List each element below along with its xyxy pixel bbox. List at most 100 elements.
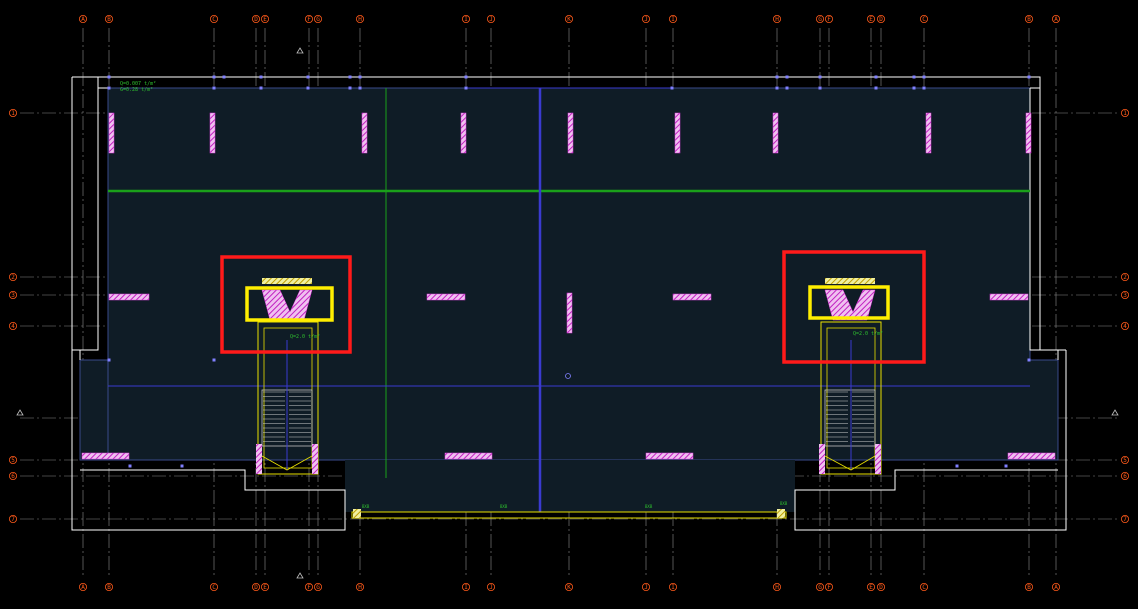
grid-node (348, 75, 352, 79)
row-axis-label: 4 (11, 323, 15, 330)
column-axis-label: D (254, 584, 258, 591)
circle-axis-bubble-icon: D (251, 583, 260, 591)
circle-axis-bubble-icon: I (669, 14, 678, 23)
circle-axis-bubble-icon: B (105, 14, 114, 23)
grid-node (306, 75, 310, 79)
grid-node (107, 86, 111, 90)
column-axis-label: G (818, 584, 822, 591)
grid-node (212, 358, 216, 362)
column-axis-label: C (922, 16, 926, 23)
circle-axis-bubble-icon: C (920, 14, 929, 23)
circle-axis-bubble-icon: F (825, 14, 834, 23)
grid-node (259, 75, 263, 79)
column-axis-label: B (1027, 584, 1031, 591)
circle-axis-bubble-icon: 2 (8, 272, 17, 281)
grid-node (306, 86, 310, 90)
circle-axis-bubble-icon: E (867, 583, 876, 591)
circle-axis-bubble-icon: 4 (8, 321, 17, 330)
column-axis-label: I (671, 16, 675, 23)
column-axis-label: J (489, 584, 493, 591)
circle-axis-bubble-icon: J (642, 14, 651, 23)
circle-axis-bubble-icon: 7 (1121, 515, 1130, 523)
column-axis-label: D (879, 584, 883, 591)
left-stair-load-note: Q=2.0 t/m² (290, 334, 320, 340)
shear-wall (989, 293, 1029, 301)
circle-axis-bubble-icon: B (1025, 583, 1034, 591)
grid-node (107, 75, 111, 79)
shear-wall (1007, 452, 1056, 460)
column-axis-label: E (869, 16, 873, 23)
row-axis-label: 3 (11, 292, 15, 299)
cad-drawing-canvas[interactable]: Q=0.007 t/m² G=0.28 t/m² Q=2.0 t/m² Q=2.… (0, 0, 1138, 605)
column-axis-label: B (107, 584, 111, 591)
grid-node (785, 86, 789, 90)
shear-wall (672, 293, 712, 301)
circle-axis-bubble-icon: F (825, 583, 834, 591)
grid-node (922, 75, 926, 79)
column-axis-label: I (464, 584, 468, 591)
circle-axis-bubble-icon: A (79, 14, 88, 23)
column-axis-label: G (316, 16, 320, 23)
grid-node (874, 86, 878, 90)
ledge-note-1: BXB (362, 504, 370, 509)
shear-wall (444, 452, 493, 460)
column-axis-label: B (1027, 16, 1031, 23)
circle-axis-bubble-icon: F (304, 14, 313, 23)
column-axis-label: A (1054, 16, 1058, 23)
column-axis-label: A (81, 584, 85, 591)
grid-node (107, 358, 111, 362)
floor-plan-svg[interactable]: Q=0.007 t/m² G=0.28 t/m² Q=2.0 t/m² Q=2.… (0, 0, 1138, 605)
grid-node (775, 86, 779, 90)
load-note-line2: G=0.28 t/m² (120, 87, 153, 93)
circle-axis-bubble-icon: H (773, 14, 782, 23)
lower-slab (345, 460, 795, 512)
column-axis-label: E (263, 16, 267, 23)
circle-axis-bubble-icon: B (105, 583, 114, 591)
column-axis-label: D (879, 16, 883, 23)
circle-axis-bubble-icon: G (313, 14, 322, 23)
circle-axis-bubble-icon: B (1025, 14, 1034, 23)
shear-wall (645, 452, 694, 460)
column-axis-label: E (869, 584, 873, 591)
row-axis-label: 5 (1123, 457, 1127, 464)
column-axis-label: H (775, 584, 779, 591)
column-axis-label: F (307, 16, 311, 23)
grid-node (874, 75, 878, 79)
grid-node (464, 86, 468, 90)
circle-axis-bubble-icon: H (355, 14, 364, 23)
grid-node (955, 464, 959, 468)
row-axis-label: 2 (11, 274, 15, 281)
grid-node (785, 75, 789, 79)
column-axis-label: G (818, 16, 822, 23)
circle-axis-bubble-icon: A (79, 583, 88, 591)
circle-axis-bubble-icon: I (461, 583, 470, 591)
circle-axis-bubble-icon: H (355, 583, 364, 591)
column-axis-label: C (212, 16, 216, 23)
circle-axis-bubble-icon: G (816, 14, 825, 23)
grid-node (128, 464, 132, 468)
circle-axis-bubble-icon: 7 (8, 515, 17, 523)
grid-node (1027, 358, 1031, 362)
grid-node (1027, 75, 1031, 79)
circle-axis-bubble-icon: G (816, 583, 825, 591)
grid-node (818, 75, 822, 79)
circle-axis-bubble-icon: E (260, 583, 269, 591)
circle-axis-bubble-icon: 5 (1121, 455, 1130, 464)
column-axis-label: B (107, 16, 111, 23)
ledge-note-2: BXB (500, 504, 508, 509)
shear-wall (108, 112, 115, 154)
circle-axis-bubble-icon: J (486, 583, 495, 591)
shear-wall (925, 112, 932, 154)
circle-axis-bubble-icon: F (304, 583, 313, 591)
triangle-section-marker-icon (1111, 409, 1119, 416)
row-axis-label: 4 (1123, 323, 1127, 330)
grid-node (259, 86, 263, 90)
circle-axis-bubble-icon: J (486, 14, 495, 23)
row-axis-label: 2 (1123, 274, 1127, 281)
column-axis-label: F (827, 16, 831, 23)
circle-axis-bubble-icon: K (565, 583, 574, 591)
ledge-note-3: BXB (645, 504, 653, 509)
column-axis-label: D (254, 16, 258, 23)
circle-axis-bubble-icon: E (260, 14, 269, 23)
triangle-section-marker-icon (296, 572, 304, 579)
